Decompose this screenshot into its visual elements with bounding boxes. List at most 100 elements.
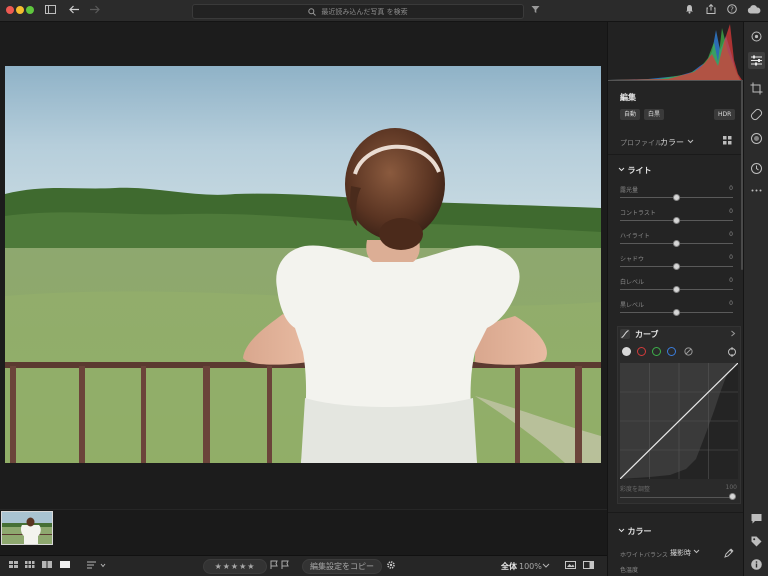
chevron-right-icon[interactable] — [730, 330, 736, 339]
search-placeholder: 最近読み込んだ写真 を検索 — [321, 7, 408, 16]
forward-arrow-icon[interactable] — [88, 4, 100, 18]
slider-knob[interactable] — [673, 217, 680, 224]
zoom-window-button[interactable] — [26, 6, 34, 14]
light-slider-row: シャドウ 0 — [620, 254, 733, 276]
slider-value: 0 — [729, 300, 733, 307]
tone-curve-graph[interactable] — [619, 362, 739, 480]
filmstrip — [0, 509, 607, 555]
slider-value: 0 — [729, 231, 733, 238]
profile-browser-icon[interactable] — [723, 136, 732, 147]
app-window: 最近読み込んだ写真 を検索 ? ★★★★★ 編集設定をコピー 全体 100% 編… — [0, 0, 768, 576]
refine-saturation-label: 彩度を調整 — [620, 486, 651, 493]
crop-icon[interactable] — [750, 82, 763, 95]
auto-button[interactable]: 自動 — [620, 109, 641, 120]
search-field[interactable]: 最近読み込んだ写真 を検索 — [192, 4, 524, 19]
curve-channel-blue-button[interactable] — [667, 347, 676, 356]
edit-panel: 編集 自動 白黒 HDR プロファイル カラー ライト 露光量 0 コントラスト 0 ハ… — [607, 22, 744, 576]
sidebar-toggle-icon[interactable] — [44, 4, 56, 18]
svg-text:?: ? — [730, 6, 734, 14]
profile-dropdown[interactable]: カラー — [660, 137, 694, 148]
curve-channel-rgb-button[interactable] — [622, 347, 631, 356]
chevron-down-icon — [618, 167, 625, 172]
slider-knob[interactable] — [673, 194, 680, 201]
flag-pick-icon[interactable] — [270, 560, 290, 573]
sort-icon[interactable] — [87, 560, 107, 573]
bw-button[interactable]: 白黒 — [644, 109, 665, 120]
zoom-percent[interactable]: 100% — [519, 560, 542, 573]
copy-settings-button[interactable]: 編集設定をコピー — [302, 559, 382, 574]
detail-view-icon[interactable] — [60, 560, 71, 573]
close-window-button[interactable] — [6, 6, 14, 14]
target-adjust-icon[interactable] — [727, 347, 737, 359]
profile-value: カラー — [660, 138, 684, 147]
minimize-window-button[interactable] — [16, 6, 24, 14]
presets-icon[interactable] — [750, 30, 763, 43]
light-slider-row: 黒レベル 0 — [620, 300, 733, 322]
curve-channel-red-button[interactable] — [637, 347, 646, 356]
share-icon[interactable] — [705, 3, 716, 18]
light-section-header[interactable]: ライト — [618, 165, 652, 176]
chevron-down-icon[interactable] — [542, 560, 550, 573]
slider-knob[interactable] — [673, 309, 680, 316]
slider-value: 0 — [729, 185, 733, 192]
light-section-title: ライト — [627, 166, 652, 175]
eyedropper-icon[interactable] — [724, 548, 734, 560]
help-icon[interactable]: ? — [726, 4, 737, 18]
channel-bw-icon[interactable] — [684, 347, 693, 358]
square-grid-view-icon[interactable] — [9, 560, 19, 573]
bell-icon[interactable] — [684, 4, 695, 18]
masking-icon[interactable] — [750, 132, 763, 145]
tag-icon[interactable] — [750, 535, 763, 548]
panel-toggle-icon[interactable] — [583, 560, 594, 573]
color-section-title: カラー — [627, 527, 652, 536]
temperature-label: 色温度 — [620, 567, 639, 574]
curve-tool-icon[interactable] — [620, 329, 630, 339]
comment-icon[interactable] — [750, 512, 763, 525]
slider-value: 0 — [729, 208, 733, 215]
white-balance-value: 撮影時 — [670, 549, 691, 557]
light-slider-row: 露光量 0 — [620, 185, 733, 207]
settings-gear-icon[interactable] — [386, 560, 396, 573]
refine-saturation-value: 100 — [725, 484, 737, 491]
cloud-sync-icon[interactable] — [747, 4, 761, 18]
refine-saturation-track — [620, 497, 734, 498]
slider-knob[interactable] — [673, 263, 680, 270]
slider-label: 露光量 — [620, 187, 639, 194]
light-slider-row: コントラスト 0 — [620, 208, 733, 230]
filmstrip-thumbnail[interactable] — [1, 511, 53, 545]
refine-saturation-slider[interactable] — [729, 493, 736, 500]
info-icon[interactable] — [750, 558, 763, 571]
color-section-header[interactable]: カラー — [618, 526, 652, 537]
main-photo[interactable] — [5, 66, 601, 463]
slider-label: コントラスト — [620, 210, 656, 217]
more-options-icon[interactable] — [750, 184, 763, 197]
curve-channel-green-button[interactable] — [652, 347, 661, 356]
light-slider-row: ハイライト 0 — [620, 231, 733, 253]
back-arrow-icon[interactable] — [68, 4, 80, 18]
edit-panel-title: 編集 — [620, 93, 636, 102]
white-balance-dropdown[interactable]: 撮影時 — [670, 548, 700, 558]
white-balance-label: ホワイトバランス — [620, 552, 668, 559]
zoom-fit-button[interactable]: 全体 — [501, 560, 517, 573]
filter-icon[interactable] — [530, 4, 540, 18]
grid-view-icon[interactable] — [25, 560, 35, 573]
slider-knob[interactable] — [673, 286, 680, 293]
history-icon[interactable] — [750, 162, 763, 175]
slider-label: シャドウ — [620, 256, 645, 263]
profile-label: プロファイル — [620, 139, 662, 147]
healing-brush-icon[interactable] — [750, 108, 763, 121]
slider-knob[interactable] — [673, 240, 680, 247]
edit-sliders-icon[interactable] — [748, 52, 765, 69]
before-after-icon[interactable] — [565, 560, 576, 573]
curve-section: カーブ 彩度を調整 100 — [617, 326, 741, 504]
compare-view-icon[interactable] — [42, 560, 53, 573]
histogram — [608, 22, 744, 82]
chevron-down-icon — [693, 549, 700, 554]
star-rating[interactable]: ★★★★★ — [203, 559, 267, 574]
slider-value: 0 — [729, 254, 733, 261]
slider-label: 白レベル — [620, 279, 645, 286]
slider-label: ハイライト — [620, 233, 650, 240]
hdr-button[interactable]: HDR — [714, 109, 736, 120]
light-slider-row: 白レベル 0 — [620, 277, 733, 299]
photo-canvas — [0, 22, 607, 509]
